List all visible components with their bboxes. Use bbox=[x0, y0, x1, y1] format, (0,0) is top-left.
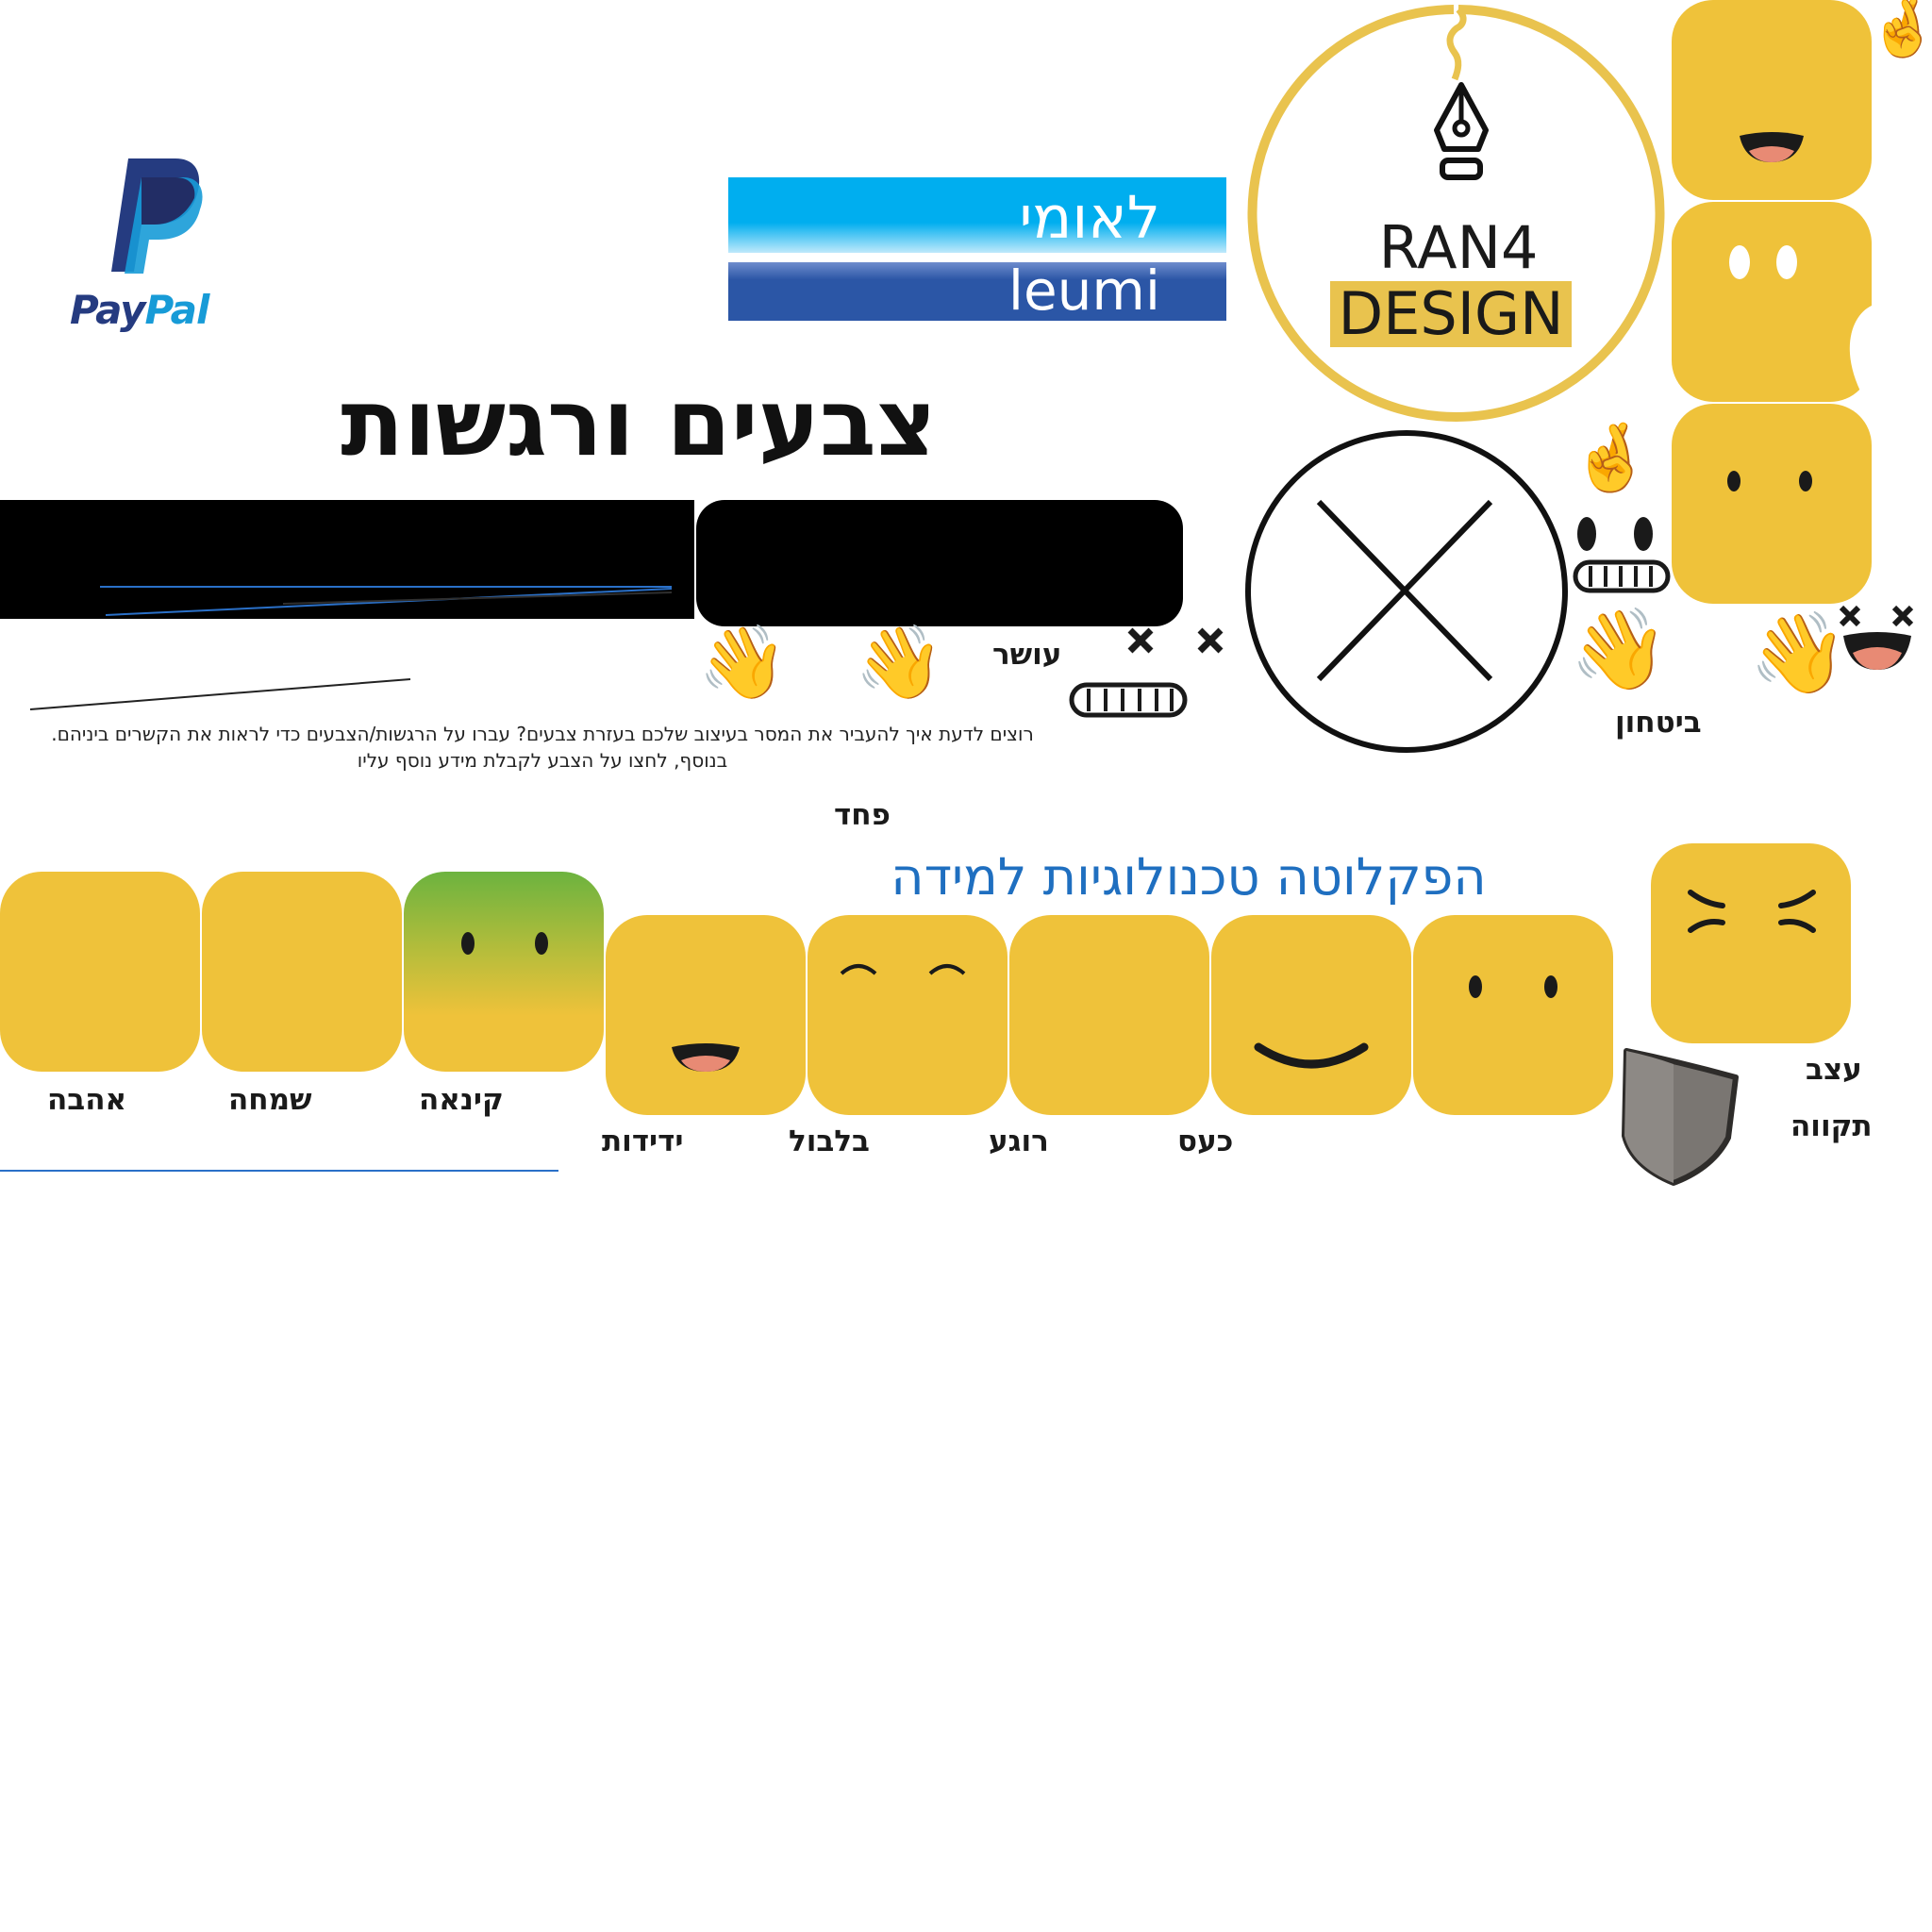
divider-line bbox=[0, 1170, 558, 1172]
arched-eyes-face-icon bbox=[840, 964, 966, 975]
pen-nib-icon bbox=[1434, 82, 1489, 180]
black-banner-left bbox=[0, 500, 694, 619]
paypal-logo[interactable]: PayPal bbox=[70, 157, 230, 345]
emotion-label-friendliness[interactable]: ידידות bbox=[602, 1124, 684, 1158]
emotion-tile-calm[interactable] bbox=[1009, 915, 1209, 1115]
close-icon bbox=[1245, 430, 1568, 753]
emotion-tile-love[interactable] bbox=[0, 872, 200, 1072]
stack-tile-bottom[interactable] bbox=[1672, 404, 1872, 604]
emotion-label-fear[interactable]: פחד bbox=[834, 798, 891, 832]
smile-face-icon bbox=[1254, 1042, 1369, 1069]
paypal-wordmark-pal: Pal bbox=[144, 287, 210, 333]
oval-eyes-face-icon bbox=[1729, 245, 1872, 402]
squint-sad-face-icon bbox=[1688, 890, 1816, 933]
faculty-title[interactable]: הפקלוטה טכנולוגיות למידה bbox=[849, 847, 1528, 907]
emotion-tile-envy[interactable] bbox=[404, 872, 604, 1072]
open-mouth-face-icon bbox=[672, 1043, 740, 1072]
intro-text-line1: רוצים לדעת איך להעביר את המסר בעיצוב שלכ… bbox=[51, 723, 1034, 745]
dot-eyes-face-icon bbox=[461, 932, 548, 955]
ran4-line2: DESIGN bbox=[1338, 279, 1564, 348]
crossed-fingers-icon: 🤞 bbox=[1868, 0, 1932, 61]
emotion-label-hope[interactable]: תקווה bbox=[1790, 1109, 1873, 1143]
emotion-tile-sadness[interactable] bbox=[1651, 843, 1851, 1043]
open-mouth-face-icon bbox=[1740, 132, 1804, 162]
emotion-label-calm[interactable]: רוגע bbox=[989, 1124, 1049, 1158]
emotion-tile-confusion[interactable] bbox=[808, 915, 1008, 1115]
decorative-slant-line bbox=[29, 678, 411, 710]
close-button[interactable] bbox=[1243, 428, 1570, 755]
leumi-hebrew-name: לאומי bbox=[1019, 183, 1160, 252]
emotion-label-love[interactable]: אהבה bbox=[47, 1083, 126, 1117]
waving-hand-icon: 👋 bbox=[855, 620, 944, 704]
waving-hand-icon: 👋 bbox=[1749, 607, 1848, 699]
stack-tile-middle[interactable] bbox=[1672, 202, 1872, 402]
dot-eyes-face-icon bbox=[1469, 975, 1557, 998]
x-eyes-face-icon bbox=[1839, 605, 1914, 670]
leumi-latin-name: leumi bbox=[1008, 258, 1160, 321]
crossed-fingers-icon: 🤞 bbox=[1570, 419, 1653, 496]
emotion-label-envy[interactable]: קינאה bbox=[419, 1083, 504, 1117]
emotion-tile-anger[interactable] bbox=[1211, 915, 1411, 1115]
ran4-design-logo[interactable]: RAN4 DESIGN bbox=[1241, 0, 1675, 434]
intro-text-line2: בנוסף, לחצו על הצבע לקבלת מידע נוסף עליו bbox=[357, 749, 728, 772]
emotion-label-confidence[interactable]: ביטחון bbox=[1615, 706, 1702, 740]
black-banner-button[interactable] bbox=[696, 500, 1183, 626]
emotion-label-sadness[interactable]: עצב bbox=[1806, 1053, 1862, 1087]
stack-tile-top[interactable] bbox=[1672, 0, 1872, 200]
banner-lines bbox=[100, 586, 673, 616]
emotion-label-wealth[interactable]: עושר bbox=[992, 638, 1061, 672]
waving-hand-icon: 👋 bbox=[698, 620, 788, 704]
emotion-label-anger[interactable]: כעס bbox=[1177, 1124, 1233, 1158]
emotion-tile-joy[interactable] bbox=[202, 872, 402, 1072]
waving-hand-icon: 👋 bbox=[1570, 603, 1669, 695]
shield-icon[interactable] bbox=[1615, 1045, 1747, 1187]
page-title: צבעים ורגשות bbox=[341, 370, 937, 477]
emotion-label-joy[interactable]: שמחה bbox=[228, 1083, 312, 1117]
dot-eyes-face-icon bbox=[1727, 471, 1812, 491]
emotion-label-confusion[interactable]: בלבול bbox=[789, 1124, 870, 1158]
emotion-tile-friendliness[interactable] bbox=[606, 915, 806, 1115]
emotion-tile-sadness-face[interactable] bbox=[1413, 915, 1613, 1115]
paypal-p-icon bbox=[111, 158, 203, 274]
leumi-logo[interactable]: לאומי leumi bbox=[728, 177, 1226, 321]
ran4-line1: RAN4 bbox=[1378, 213, 1539, 282]
x-eyes-grimace-icon bbox=[1069, 627, 1224, 718]
paypal-wordmark-pay: Pay bbox=[70, 287, 146, 333]
grimace-face-icon bbox=[1573, 517, 1671, 593]
